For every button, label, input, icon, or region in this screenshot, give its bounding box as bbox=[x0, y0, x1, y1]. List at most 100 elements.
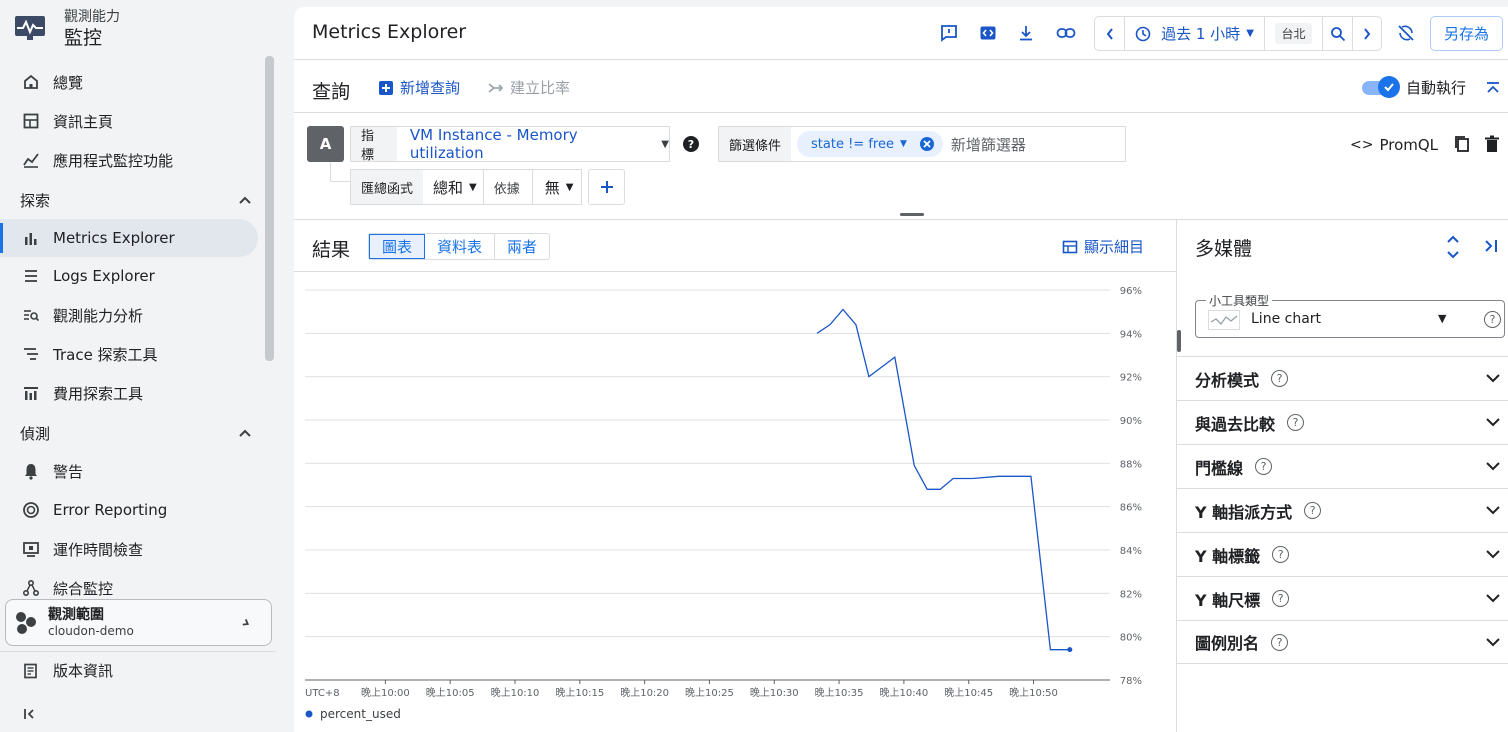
x-tick-label: 晚上10:35 bbox=[815, 687, 864, 699]
sidebar-item-logs-explorer[interactable]: Logs Explorer bbox=[0, 257, 258, 295]
section-analysis-mode[interactable]: 分析模式? bbox=[1177, 356, 1508, 400]
help-icon[interactable]: ? bbox=[680, 133, 702, 159]
help-icon[interactable]: ? bbox=[1272, 546, 1290, 563]
series-last-point bbox=[1067, 647, 1073, 653]
sidebar-item-app-monitoring[interactable]: 應用程式監控功能 bbox=[0, 141, 258, 179]
filter-placeholder[interactable]: 新增篩選器 bbox=[951, 134, 1026, 155]
x-tick-label: 晚上10:20 bbox=[620, 687, 669, 699]
auto-refresh-off-icon[interactable] bbox=[1394, 21, 1418, 45]
download-icon[interactable] bbox=[1014, 21, 1038, 45]
metric-selector[interactable]: 指標 VM Instance - Memory utilization ▼ bbox=[350, 126, 670, 163]
expand-collapse-icon[interactable] bbox=[1445, 234, 1461, 264]
section-y-axis-assignment[interactable]: Y 軸指派方式? bbox=[1177, 488, 1508, 532]
release-notes-icon bbox=[20, 660, 42, 682]
merge-arrow-icon bbox=[488, 82, 504, 93]
time-next-button[interactable] bbox=[1353, 17, 1381, 50]
help-icon[interactable]: ? bbox=[1271, 633, 1289, 651]
caret-down-icon: ▼ bbox=[469, 181, 477, 193]
code-view-icon[interactable] bbox=[976, 21, 1000, 45]
tab-table[interactable]: 資料表 bbox=[425, 234, 496, 259]
y-tick-label: 88% bbox=[1120, 459, 1142, 470]
metric-label: 指標 bbox=[351, 127, 397, 163]
x-tick-label: 晚上10:05 bbox=[426, 687, 475, 699]
sidebar-item-metrics-explorer[interactable]: Metrics Explorer bbox=[0, 219, 258, 257]
sidebar-section-detect[interactable]: 偵測 bbox=[20, 417, 252, 449]
help-icon[interactable]: ? bbox=[1255, 458, 1273, 475]
zoom-search-button[interactable] bbox=[1323, 17, 1353, 50]
line-chart[interactable]: 96% 94% 92% 90% 88% 86% 84% 82% 80% 78% UTC+8 晚上10:… bbox=[294, 272, 1176, 732]
aggregation-label: 匯總函式 bbox=[351, 170, 424, 204]
help-icon[interactable]: ? bbox=[1484, 311, 1501, 328]
copy-icon[interactable] bbox=[1454, 135, 1470, 157]
tab-chart[interactable]: 圖表 bbox=[369, 234, 426, 259]
caret-down-icon: ▼ bbox=[899, 139, 907, 149]
collapse-query-icon[interactable] bbox=[1486, 80, 1500, 99]
sidebar-item-error-reporting[interactable]: Error Reporting bbox=[0, 491, 258, 529]
x-tick-label: 晚上10:25 bbox=[685, 687, 734, 699]
tab-both[interactable]: 兩者 bbox=[495, 234, 549, 259]
aggregation-selector[interactable]: 匯總函式 總和 ▼ 依據 無 ▼ bbox=[350, 169, 582, 205]
sidebar-item-dashboards[interactable]: 資訊主頁 bbox=[0, 102, 258, 140]
close-panel-icon[interactable] bbox=[1483, 238, 1499, 258]
auto-run-toggle[interactable] bbox=[1362, 76, 1400, 98]
link-icon[interactable] bbox=[1054, 21, 1078, 45]
time-range-dropdown[interactable]: 過去 1 小時 ▼ bbox=[1125, 17, 1265, 50]
add-operation-button[interactable] bbox=[588, 169, 625, 205]
sidebar-item-cost-explorer[interactable]: 費用探索工具 bbox=[0, 374, 258, 412]
delete-icon[interactable] bbox=[1484, 135, 1500, 157]
section-legend-alias[interactable]: 圖例別名? bbox=[1177, 620, 1508, 664]
display-panel: 多媒體 小工具類型 Line chart ▼ ? 分析模式? 與過去比較? 門檻… bbox=[1176, 220, 1508, 732]
show-details-button[interactable]: 顯示細目 bbox=[1062, 236, 1144, 257]
sidebar-item-trace-explorer[interactable]: Trace 探索工具 bbox=[0, 335, 258, 373]
x-tick-label: 晚上10:15 bbox=[555, 687, 604, 699]
time-prev-button[interactable] bbox=[1095, 17, 1125, 50]
timezone-label: UTC+8 bbox=[305, 688, 340, 699]
sidebar-item-label: 應用程式監控功能 bbox=[53, 151, 174, 170]
sidebar-item-label: Metrics Explorer bbox=[53, 229, 175, 247]
home-icon bbox=[20, 71, 42, 93]
chevron-down-icon bbox=[1485, 633, 1501, 652]
query-header: 查詢 新增查詢 建立比率 自動執行 bbox=[294, 61, 1508, 113]
filter-chip[interactable]: state != free ▼ bbox=[797, 131, 943, 157]
query-letter-badge[interactable]: A bbox=[307, 126, 344, 162]
query-title: 查詢 bbox=[312, 81, 351, 103]
svg-text:?: ? bbox=[688, 138, 694, 151]
sidebar-section-explore[interactable]: 探索 bbox=[20, 184, 252, 216]
sidebar-item-alerting[interactable]: 警告 bbox=[0, 452, 258, 490]
help-icon[interactable]: ? bbox=[1272, 590, 1290, 607]
sidebar-scrollbar[interactable] bbox=[265, 56, 274, 361]
sidebar-item-observability-analytics[interactable]: 觀測能力分析 bbox=[0, 296, 258, 334]
sidebar-item-overview[interactable]: 總覽 bbox=[0, 63, 258, 101]
time-range-label: 過去 1 小時 bbox=[1161, 25, 1241, 43]
chevron-down-icon bbox=[1485, 413, 1501, 432]
help-icon[interactable]: ? bbox=[1304, 502, 1322, 519]
remove-filter-icon[interactable] bbox=[919, 136, 935, 152]
promql-button[interactable]: <> PromQL bbox=[1350, 136, 1438, 154]
section-threshold[interactable]: 門檻線? bbox=[1177, 444, 1508, 488]
line-chart-thumb-icon bbox=[1208, 310, 1240, 330]
save-as-button[interactable]: 另存為 bbox=[1430, 16, 1503, 51]
help-icon[interactable]: ? bbox=[1287, 414, 1305, 431]
bar-chart-icon bbox=[20, 227, 42, 249]
sidebar-item-uptime-checks[interactable]: 運作時間檢查 bbox=[0, 530, 258, 568]
results-section: 結果 圖表 資料表 兩者 顯示細目 96% 94% 92% 90% 88% 86% 84% 8… bbox=[294, 220, 1176, 732]
build-ratio-button[interactable]: 建立比率 bbox=[488, 77, 570, 98]
sidebar-item-release-notes[interactable]: 版本資訊 bbox=[0, 651, 276, 689]
filter-box[interactable]: 篩選條件 state != free ▼ 新增篩選器 bbox=[718, 126, 1126, 162]
top-toolbar: Metrics Explorer 過去 1 小時 ▼ 台北 另存為 bbox=[294, 7, 1508, 60]
section-title: 探索 bbox=[20, 191, 51, 210]
collapse-sidebar-icon[interactable] bbox=[22, 706, 38, 726]
add-query-button[interactable]: 新增查詢 bbox=[378, 77, 460, 98]
section-y-axis-label[interactable]: Y 軸標籤? bbox=[1177, 532, 1508, 576]
timezone-chip[interactable]: 台北 bbox=[1265, 17, 1323, 50]
page-title: Metrics Explorer bbox=[312, 21, 467, 43]
auto-run-label: 自動執行 bbox=[1406, 79, 1467, 97]
section-y-axis-scale[interactable]: Y 軸尺標? bbox=[1177, 576, 1508, 620]
observability-scope-selector[interactable]: 觀測範圍 cloudon-demo bbox=[5, 599, 272, 646]
resize-handle[interactable] bbox=[900, 213, 924, 216]
help-icon[interactable]: ? bbox=[1271, 370, 1289, 387]
feedback-icon[interactable] bbox=[937, 21, 961, 45]
widget-type-dropdown[interactable]: 小工具類型 Line chart ▼ ? bbox=[1195, 292, 1505, 338]
panel-resize-handle[interactable] bbox=[1177, 330, 1181, 352]
section-compare-past[interactable]: 與過去比較? bbox=[1177, 400, 1508, 444]
